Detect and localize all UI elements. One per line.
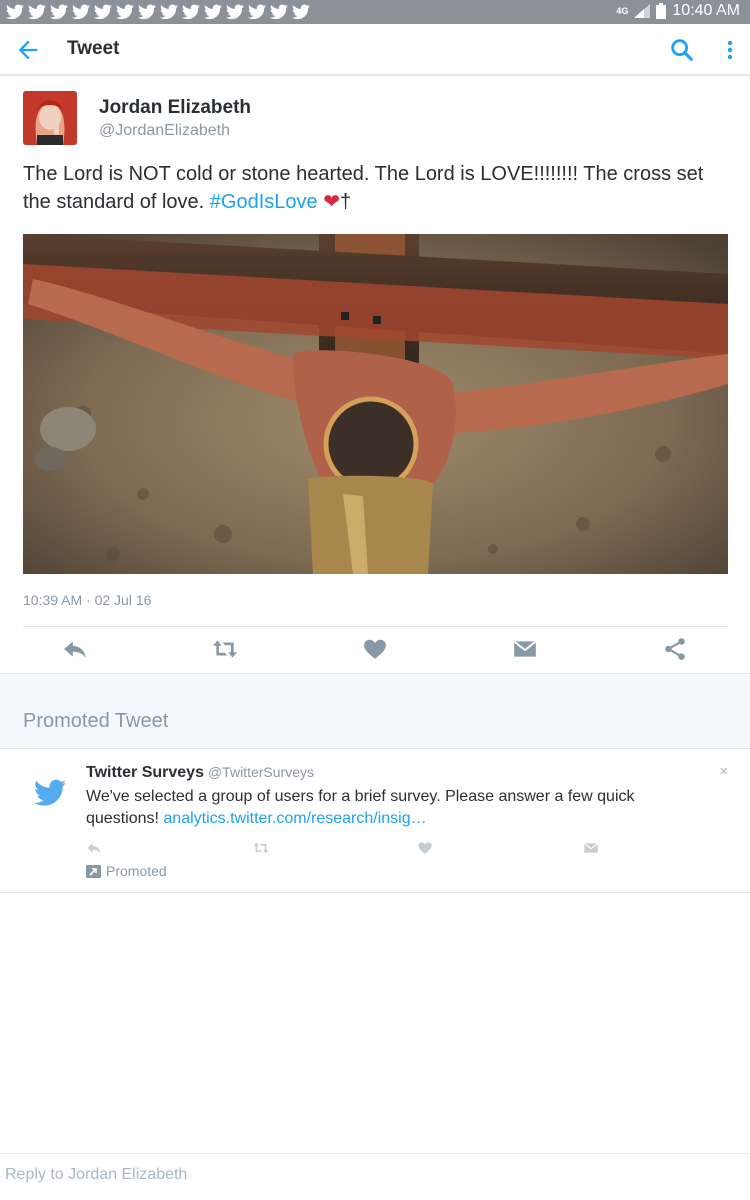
direct-message-icon[interactable] [583,840,599,856]
notification-icons [6,3,310,21]
tweet-body: The Lord is NOT cold or stone hearted. T… [23,163,704,213]
retweet-icon[interactable] [253,840,269,856]
divider [23,626,728,627]
dismiss-button[interactable]: × [719,763,728,780]
bird-icon [160,4,178,20]
reply-input[interactable] [5,1166,705,1184]
overflow-menu-icon[interactable] [720,36,740,64]
reply-icon[interactable] [86,840,102,856]
share-icon[interactable] [662,636,688,662]
page-title: Tweet [67,38,120,59]
bird-icon [50,4,68,20]
bird-icon [248,4,266,20]
tweet-actions [0,636,750,666]
bird-icon [292,4,310,20]
tweet-timestamp: 10:39 AM · 02 Jul 16 [23,592,152,608]
promoted-tweet-actions [86,840,616,856]
cross-emoji: † [339,191,352,213]
avatar[interactable] [23,91,77,145]
promoted-section-label: Promoted Tweet [23,710,169,732]
promoted-arrow-icon [86,864,101,878]
twitter-bird-icon [34,779,66,806]
reply-icon[interactable] [62,636,88,662]
bird-icon [28,4,46,20]
battery-icon [656,3,667,19]
signal-icon [634,4,651,18]
hashtag-link[interactable]: #GodIsLove [210,191,318,213]
bird-icon [138,4,156,20]
like-heart-icon[interactable] [417,840,433,856]
promoted-tweet-text: We've selected a group of users for a br… [86,786,706,830]
promoted-section-header: Promoted Tweet [0,673,750,749]
status-bar: 4G 10:40 AM [0,0,750,24]
retweet-icon[interactable] [212,636,238,662]
promoted-badge: Promoted [86,863,167,879]
bird-icon [116,4,134,20]
author-handle[interactable]: @JordanElizabeth [99,122,230,140]
tweet-text: The Lord is NOT cold or stone hearted. T… [23,160,728,216]
promoted-author[interactable]: Twitter Surveys @TwitterSurveys [86,764,314,782]
direct-message-icon[interactable] [512,636,538,662]
promoted-link[interactable]: analytics.twitter.com/research/insig… [163,810,426,827]
bird-icon [182,4,200,20]
reply-bar [0,1153,750,1200]
promoted-label: Promoted [106,863,167,879]
bird-icon [226,4,244,20]
like-heart-icon[interactable] [362,636,388,662]
heart-emoji: ❤ [323,191,340,213]
promoted-author-name: Twitter Surveys [86,764,204,781]
clock: 10:40 AM [672,2,740,19]
promoted-author-handle: @TwitterSurveys [207,764,314,780]
bird-icon [72,4,90,20]
tweet-media-image[interactable] [23,234,728,574]
app-bar: Tweet [0,24,750,76]
back-arrow-icon[interactable] [14,36,42,64]
bird-icon [204,4,222,20]
promoted-tweet-card[interactable]: Twitter Surveys @TwitterSurveys × We've s… [0,749,750,893]
author-name[interactable]: Jordan Elizabeth [99,97,251,119]
status-indicators: 4G 10:40 AM [616,2,740,20]
search-icon[interactable] [668,36,696,64]
bird-icon [6,4,24,20]
network-type: 4G [616,5,629,16]
bird-icon [270,4,288,20]
bird-icon [94,4,112,20]
